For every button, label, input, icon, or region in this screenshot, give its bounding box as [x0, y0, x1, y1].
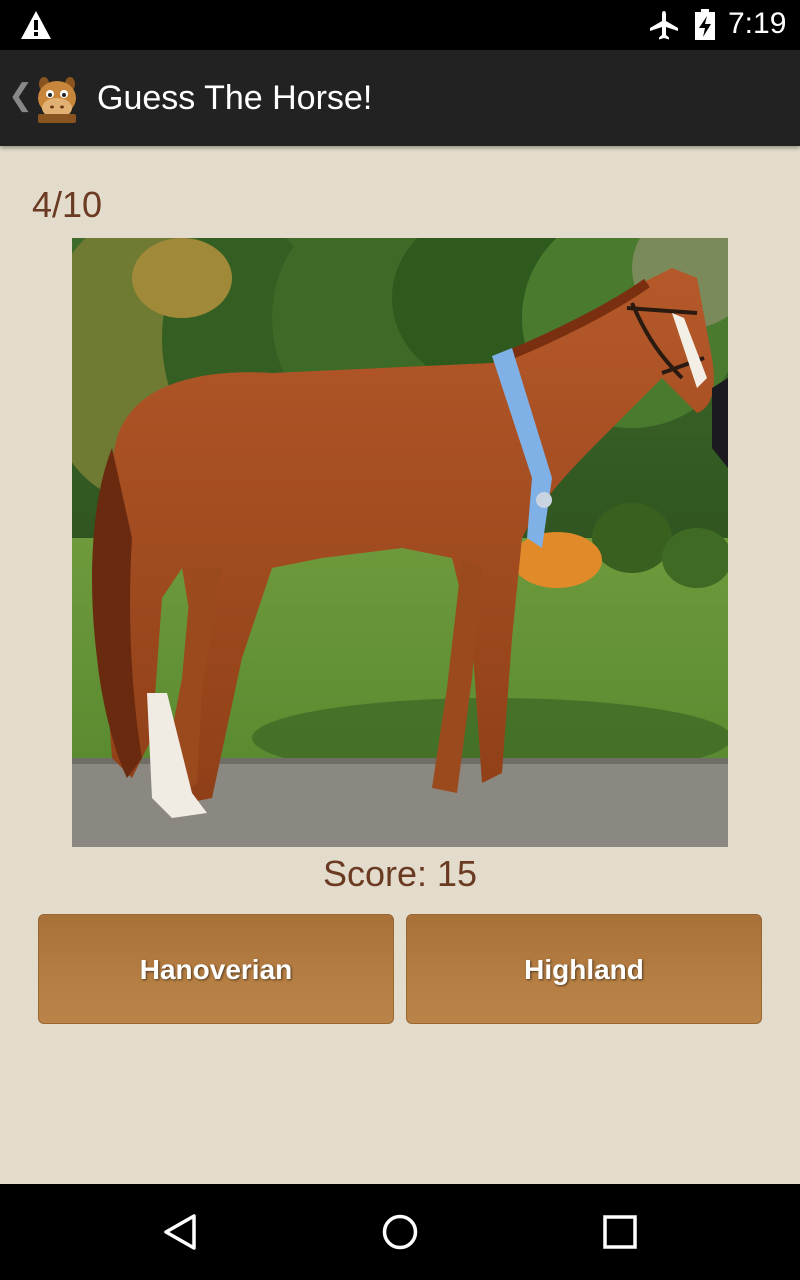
- question-progress: 4/10: [32, 184, 103, 225]
- answer-button-highland[interactable]: Highland: [406, 914, 762, 1024]
- recents-icon[interactable]: [602, 1214, 638, 1250]
- horse-photo: [72, 238, 728, 847]
- home-icon[interactable]: [380, 1212, 420, 1252]
- airplane-mode-icon: [650, 11, 678, 40]
- warning-icon: [21, 11, 51, 39]
- clock-time: 7:19: [728, 7, 787, 40]
- status-bar: 7:19: [0, 0, 800, 50]
- score-label: Score: 15: [322, 853, 478, 894]
- back-icon[interactable]: [160, 1212, 200, 1252]
- system-navigation-bar: [0, 1184, 800, 1280]
- horse-face-icon[interactable]: [32, 74, 82, 124]
- up-navigation-chevron[interactable]: ❮: [8, 78, 33, 113]
- action-bar: ❮ Guess The Horse!: [0, 50, 800, 146]
- app-title: Guess The Horse!: [97, 79, 373, 117]
- answer-button-hanoverian[interactable]: Hanoverian: [38, 914, 394, 1024]
- battery-charging-icon: [695, 9, 715, 40]
